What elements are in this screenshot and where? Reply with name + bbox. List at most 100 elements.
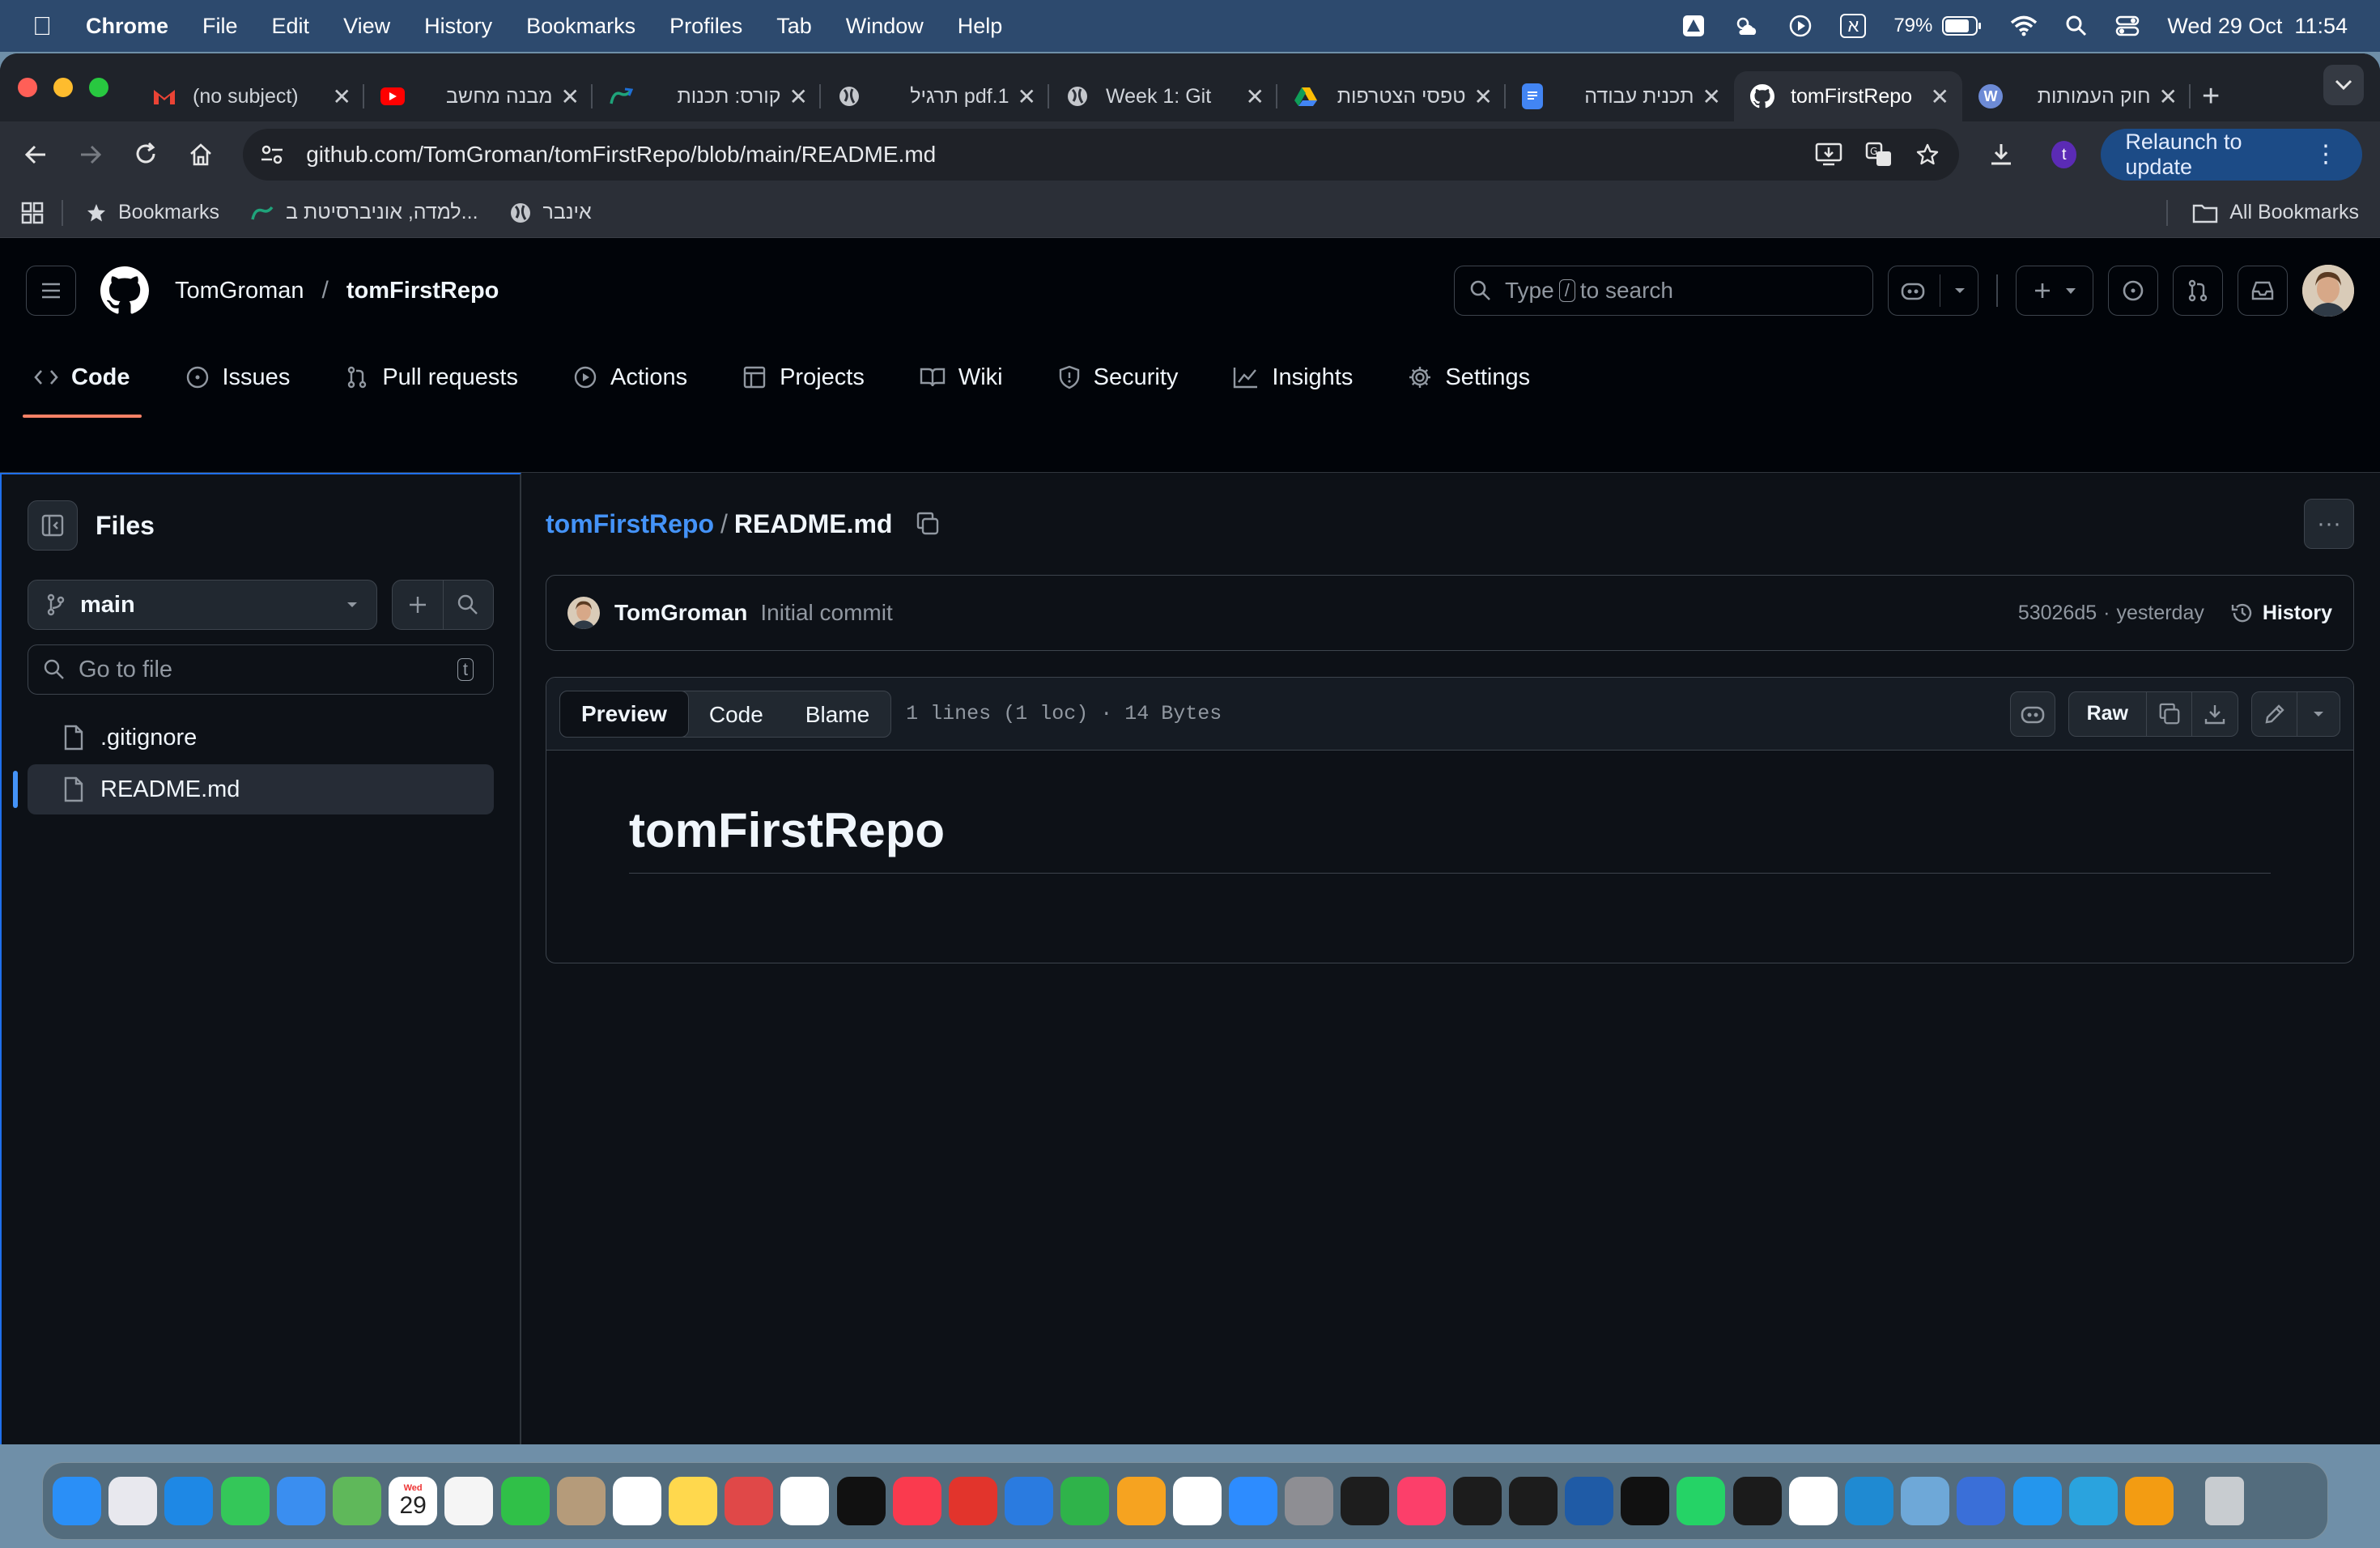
menubar-clock[interactable]: Wed 29 Oct 11:54 xyxy=(2167,14,2348,39)
system-settings-app-icon[interactable] xyxy=(1285,1477,1334,1525)
github-logo-icon[interactable] xyxy=(100,266,149,315)
nav-pull-requests[interactable]: Pull requests xyxy=(334,343,529,411)
bookmark-star-icon[interactable] xyxy=(1915,142,1940,167)
close-tab-icon[interactable]: ✕ xyxy=(1474,83,1493,110)
nav-issues[interactable]: Issues xyxy=(174,343,302,411)
nav-insights[interactable]: Insights xyxy=(1222,343,1364,411)
intellij-app-icon[interactable] xyxy=(1396,1477,1446,1525)
downloads-icon[interactable] xyxy=(1988,142,2014,168)
nav-wiki[interactable]: Wiki xyxy=(908,343,1014,411)
numbers-app-icon[interactable] xyxy=(1060,1477,1110,1525)
zoom-app-icon[interactable] xyxy=(1228,1477,1277,1525)
menu-profiles[interactable]: Profiles xyxy=(669,14,742,39)
relaunch-to-update-button[interactable]: Relaunch to update ⋮ xyxy=(2101,129,2362,181)
close-tab-icon[interactable]: ✕ xyxy=(1702,83,1721,110)
tab-youtube[interactable]: מבנה מחשב ✕ xyxy=(364,71,593,121)
more-options-button[interactable]: ··· xyxy=(2304,499,2354,549)
site-info-icon[interactable] xyxy=(259,142,285,167)
nav-code[interactable]: Code xyxy=(23,343,142,418)
close-tab-icon[interactable]: ✕ xyxy=(2159,83,2178,110)
collapse-sidebar-button[interactable] xyxy=(28,500,78,551)
close-tab-icon[interactable]: ✕ xyxy=(333,83,351,110)
search-files-button[interactable] xyxy=(444,580,494,629)
commit-author-avatar[interactable] xyxy=(567,597,600,629)
podcast-app-app-icon[interactable] xyxy=(949,1477,997,1525)
maps-app-icon[interactable] xyxy=(332,1477,381,1525)
calendar-app-icon[interactable]: Wed 29 xyxy=(389,1477,438,1525)
copilot-file-button[interactable] xyxy=(2009,691,2055,737)
control-center-icon[interactable] xyxy=(2115,15,2140,37)
preview-tab[interactable]: Preview xyxy=(559,690,689,738)
file-item-selected[interactable]: README.md xyxy=(13,764,494,814)
tab-moodle[interactable]: קורס: תכנות ✕ xyxy=(593,71,821,121)
menu-app-name[interactable]: Chrome xyxy=(86,14,168,39)
commit-author[interactable]: TomGroman xyxy=(614,600,747,626)
menu-tab[interactable]: Tab xyxy=(776,14,812,39)
create-new-button[interactable] xyxy=(2016,266,2093,316)
nav-settings[interactable]: Settings xyxy=(1396,343,1541,411)
close-window-button[interactable] xyxy=(18,78,37,97)
install-app-icon[interactable] xyxy=(1815,142,1842,167)
photos-app-icon[interactable] xyxy=(444,1477,494,1525)
keynote-app-icon[interactable] xyxy=(1005,1477,1054,1525)
nav-security[interactable]: Security xyxy=(1047,343,1190,411)
bookmark-inbar[interactable]: אינבר xyxy=(509,201,592,224)
tab-docs[interactable]: תכנית עבודה ✕ xyxy=(1506,71,1734,121)
pycharm-app-icon[interactable] xyxy=(1508,1477,1558,1525)
branch-selector[interactable]: main xyxy=(28,580,377,630)
facetime-app-icon[interactable] xyxy=(500,1477,550,1525)
iterm-app-icon[interactable] xyxy=(1621,1477,1670,1525)
chrome-app-icon[interactable] xyxy=(1172,1477,1222,1525)
vscode-app-icon[interactable] xyxy=(1845,1477,1893,1525)
close-tab-icon[interactable]: ✕ xyxy=(561,83,580,110)
edit-file-button[interactable] xyxy=(2252,691,2297,736)
hamburger-menu-button[interactable] xyxy=(26,266,76,316)
infuse-app-icon[interactable] xyxy=(2124,1477,2174,1525)
music-app-icon[interactable] xyxy=(892,1477,941,1525)
play-status-icon[interactable] xyxy=(1788,14,1813,38)
finder-app-icon[interactable] xyxy=(53,1477,101,1525)
copy-path-icon[interactable] xyxy=(915,511,941,537)
minimize-window-button[interactable] xyxy=(53,78,73,97)
bookmark-lamda[interactable]: ...למדה, אוניברסיטת ב xyxy=(250,201,478,224)
go-to-file-input[interactable]: Go to file t xyxy=(28,644,494,695)
raw-button[interactable]: Raw xyxy=(2069,691,2147,736)
apps-grid-icon[interactable] xyxy=(21,202,44,224)
repo-link[interactable]: tomFirstRepo xyxy=(346,278,499,304)
tab-week1-git[interactable]: Week 1: Git ✕ xyxy=(1049,71,1277,121)
download-raw-button[interactable] xyxy=(2192,692,2238,736)
drive-status-icon[interactable] xyxy=(1681,14,1706,38)
history-button[interactable]: History xyxy=(2230,601,2332,625)
database-app-app-icon[interactable] xyxy=(1901,1477,1950,1525)
inbox-button[interactable] xyxy=(2238,266,2288,316)
blame-tab[interactable]: Blame xyxy=(784,691,890,738)
copilot-button[interactable] xyxy=(1888,266,1978,316)
tab-github-active[interactable]: tomFirstRepo ✕ xyxy=(1734,71,1962,121)
telegram-app-icon[interactable] xyxy=(2068,1477,2118,1525)
apple-icon[interactable]:  xyxy=(32,11,52,41)
owner-link[interactable]: TomGroman xyxy=(175,278,304,304)
google-drive-app-icon[interactable] xyxy=(1788,1477,1838,1525)
menu-history[interactable]: History xyxy=(424,14,492,39)
zoom-window-button[interactable] xyxy=(89,78,108,97)
translate-icon[interactable]: G xyxy=(1865,142,1893,168)
address-bar[interactable]: github.com/TomGroman/tomFirstRepo/blob/m… xyxy=(243,129,1960,181)
wireshark-app-icon[interactable] xyxy=(1565,1477,1614,1525)
reminders-app-icon[interactable] xyxy=(612,1477,661,1525)
safari-app-icon[interactable] xyxy=(164,1477,214,1525)
input-source-indicator[interactable]: א xyxy=(1840,14,1867,38)
trash-app-icon[interactable] xyxy=(2205,1477,2245,1525)
clion-app-icon[interactable] xyxy=(1452,1477,1502,1525)
reload-icon[interactable] xyxy=(128,135,164,174)
breadcrumb-repo-link[interactable]: tomFirstRepo xyxy=(546,509,714,539)
back-icon[interactable] xyxy=(18,135,53,174)
home-icon[interactable] xyxy=(183,135,219,174)
pull-requests-button[interactable] xyxy=(2173,266,2223,316)
launchpad-app-icon[interactable] xyxy=(108,1477,158,1525)
weather-status-icon[interactable] xyxy=(1733,14,1761,38)
bookmark-bookmarks[interactable]: Bookmarks xyxy=(86,201,219,224)
user-avatar[interactable] xyxy=(2302,265,2354,317)
profile-avatar[interactable]: t xyxy=(2051,141,2077,168)
pdf-viewer-app-icon[interactable] xyxy=(725,1477,774,1525)
commit-message[interactable]: Initial commit xyxy=(760,600,892,626)
